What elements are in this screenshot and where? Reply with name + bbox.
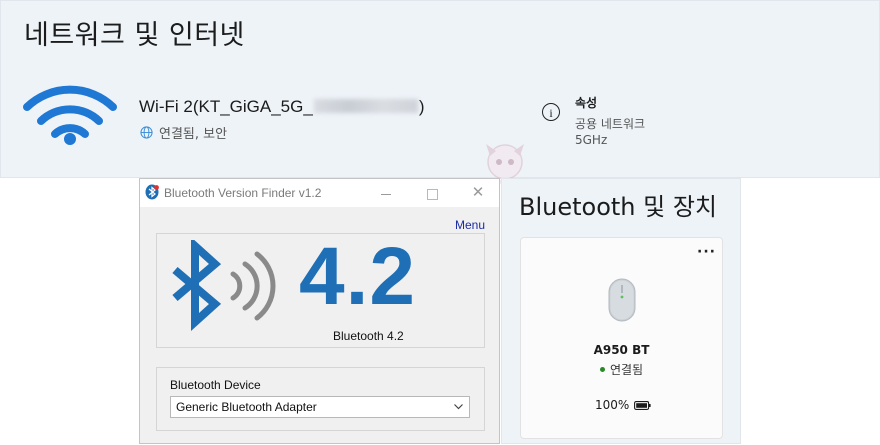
more-icon[interactable]: ···	[697, 244, 716, 260]
maximize-icon	[426, 188, 438, 200]
window-title: Bluetooth Version Finder v1.2	[164, 186, 322, 200]
menu-link[interactable]: Menu	[455, 218, 485, 232]
maximize-button[interactable]	[422, 183, 442, 203]
info-icon[interactable]: i	[542, 103, 560, 121]
minimize-icon	[381, 193, 391, 195]
chevron-down-icon	[454, 404, 463, 410]
device-status-text: 연결됨	[609, 363, 644, 377]
wifi-name-prefix: Wi-Fi 2(KT_GiGA_5G_	[139, 97, 313, 116]
wifi-band: 5GHz	[575, 133, 608, 147]
wifi-status: 연결됨, 보안	[140, 123, 227, 142]
bt-panel-title: Bluetooth 및 장치	[519, 193, 718, 221]
wifi-status-text: 연결됨, 보안	[159, 127, 228, 142]
network-panel: 네트워크 및 인터넷 Wi-Fi 2(KT_GiGA_5G_) 연결됨, 보안 …	[0, 0, 880, 178]
version-display: 4.2 Bluetooth 4.2	[156, 231, 485, 348]
device-status: 연결됨	[521, 361, 722, 378]
redacted-text	[313, 99, 418, 113]
battery-icon	[634, 400, 651, 410]
properties-link[interactable]: 속성	[575, 94, 597, 111]
device-label: Bluetooth Device	[170, 378, 261, 392]
device-group: Bluetooth Device Generic Bluetooth Adapt…	[156, 367, 485, 431]
device-name: A950 BT	[593, 343, 650, 357]
page-title: 네트워크 및 인터넷	[24, 20, 245, 51]
close-button[interactable]: ✕	[468, 183, 488, 203]
version-label: Bluetooth 4.2	[333, 329, 404, 343]
bluetooth-icon	[172, 240, 276, 331]
wifi-name-suffix: )	[418, 97, 425, 116]
version-number: 4.2	[299, 231, 416, 322]
battery-level: 100%	[595, 398, 651, 412]
network-type: 공용 네트워크	[575, 117, 646, 131]
selected-device: Generic Bluetooth Adapter	[176, 400, 317, 414]
wifi-network-name[interactable]: Wi-Fi 2(KT_GiGA_5G_)	[139, 97, 424, 117]
mouse-icon	[608, 278, 636, 322]
status-dot-icon	[599, 367, 605, 372]
window-titlebar[interactable]: Bluetooth Version Finder v1.2 ✕	[140, 179, 499, 207]
device-select[interactable]: Generic Bluetooth Adapter	[170, 396, 470, 418]
battery-text: 100%	[595, 398, 630, 412]
globe-icon	[140, 126, 153, 139]
bt-devices-panel: Bluetooth 및 장치 ··· A950 BT 연결됨 100%	[501, 178, 741, 444]
signal-waves-icon	[230, 251, 276, 321]
app-bluetooth-icon	[145, 184, 159, 200]
wifi-icon	[23, 85, 117, 145]
device-card[interactable]: ··· A950 BT 연결됨 100%	[520, 237, 723, 439]
minimize-button[interactable]	[376, 183, 396, 203]
bt-finder-window: Bluetooth Version Finder v1.2 ✕ Menu 4.2…	[139, 178, 500, 444]
close-icon: ✕	[471, 184, 485, 201]
